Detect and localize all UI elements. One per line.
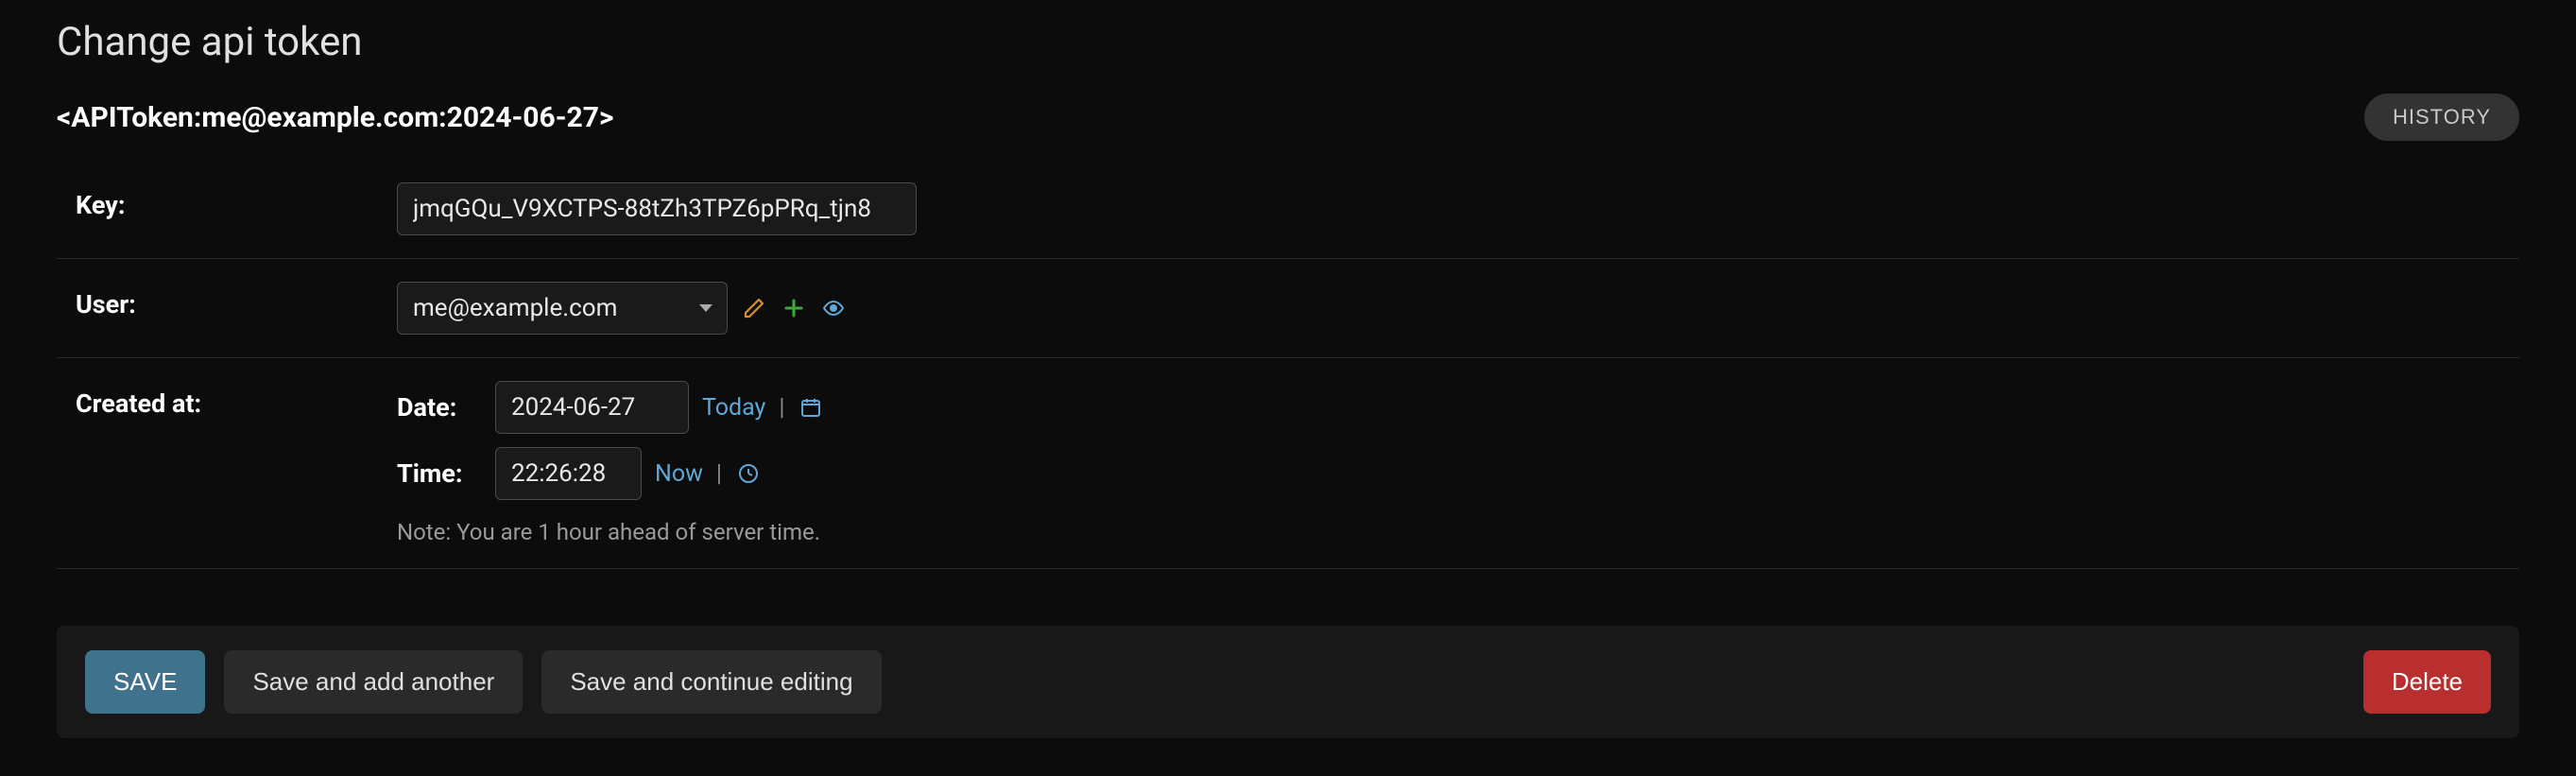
field-created-at: Date: Today | Time: xyxy=(359,381,2519,545)
date-input[interactable] xyxy=(495,381,689,434)
plus-icon[interactable] xyxy=(781,295,807,321)
time-sublabel: Time: xyxy=(397,458,482,489)
pipe-sep-2: | xyxy=(716,460,722,488)
save-add-another-button[interactable]: Save and add another xyxy=(224,650,523,714)
key-input[interactable] xyxy=(397,182,917,235)
row-user: User: me@example.com xyxy=(57,259,2519,358)
row-created-at: Created at: Date: Today | xyxy=(57,358,2519,569)
timezone-note: Note: You are 1 hour ahead of server tim… xyxy=(397,519,2519,545)
save-button[interactable]: SAVE xyxy=(85,650,205,714)
save-continue-button[interactable]: Save and continue editing xyxy=(541,650,881,714)
eye-icon[interactable] xyxy=(820,295,847,321)
today-link[interactable]: Today xyxy=(702,394,765,422)
delete-button[interactable]: Delete xyxy=(2363,650,2491,714)
pipe-sep: | xyxy=(779,394,784,422)
user-select[interactable]: me@example.com xyxy=(397,282,728,335)
label-key: Key: xyxy=(57,182,340,220)
header-row: <APIToken:me@example.com:2024-06-27> HIS… xyxy=(57,94,2519,141)
row-key: Key: xyxy=(57,160,2519,259)
clock-icon[interactable] xyxy=(735,460,762,487)
page-title: Change api token xyxy=(57,19,2519,65)
user-select-wrap: me@example.com xyxy=(397,282,728,335)
history-button[interactable]: HISTORY xyxy=(2364,94,2519,141)
now-link[interactable]: Now xyxy=(655,460,703,488)
label-user: User: xyxy=(57,282,340,319)
save-bar: SAVE Save and add another Save and conti… xyxy=(57,626,2519,738)
field-user: me@example.com xyxy=(359,282,2519,335)
change-form-page: Change api token <APIToken:me@example.co… xyxy=(0,0,2576,776)
field-key xyxy=(359,182,2519,235)
time-input[interactable] xyxy=(495,447,642,500)
object-repr: <APIToken:me@example.com:2024-06-27> xyxy=(57,101,613,134)
pencil-icon[interactable] xyxy=(741,295,767,321)
date-sublabel: Date: xyxy=(397,392,482,422)
calendar-icon[interactable] xyxy=(798,394,824,421)
label-created-at: Created at: xyxy=(57,381,340,419)
